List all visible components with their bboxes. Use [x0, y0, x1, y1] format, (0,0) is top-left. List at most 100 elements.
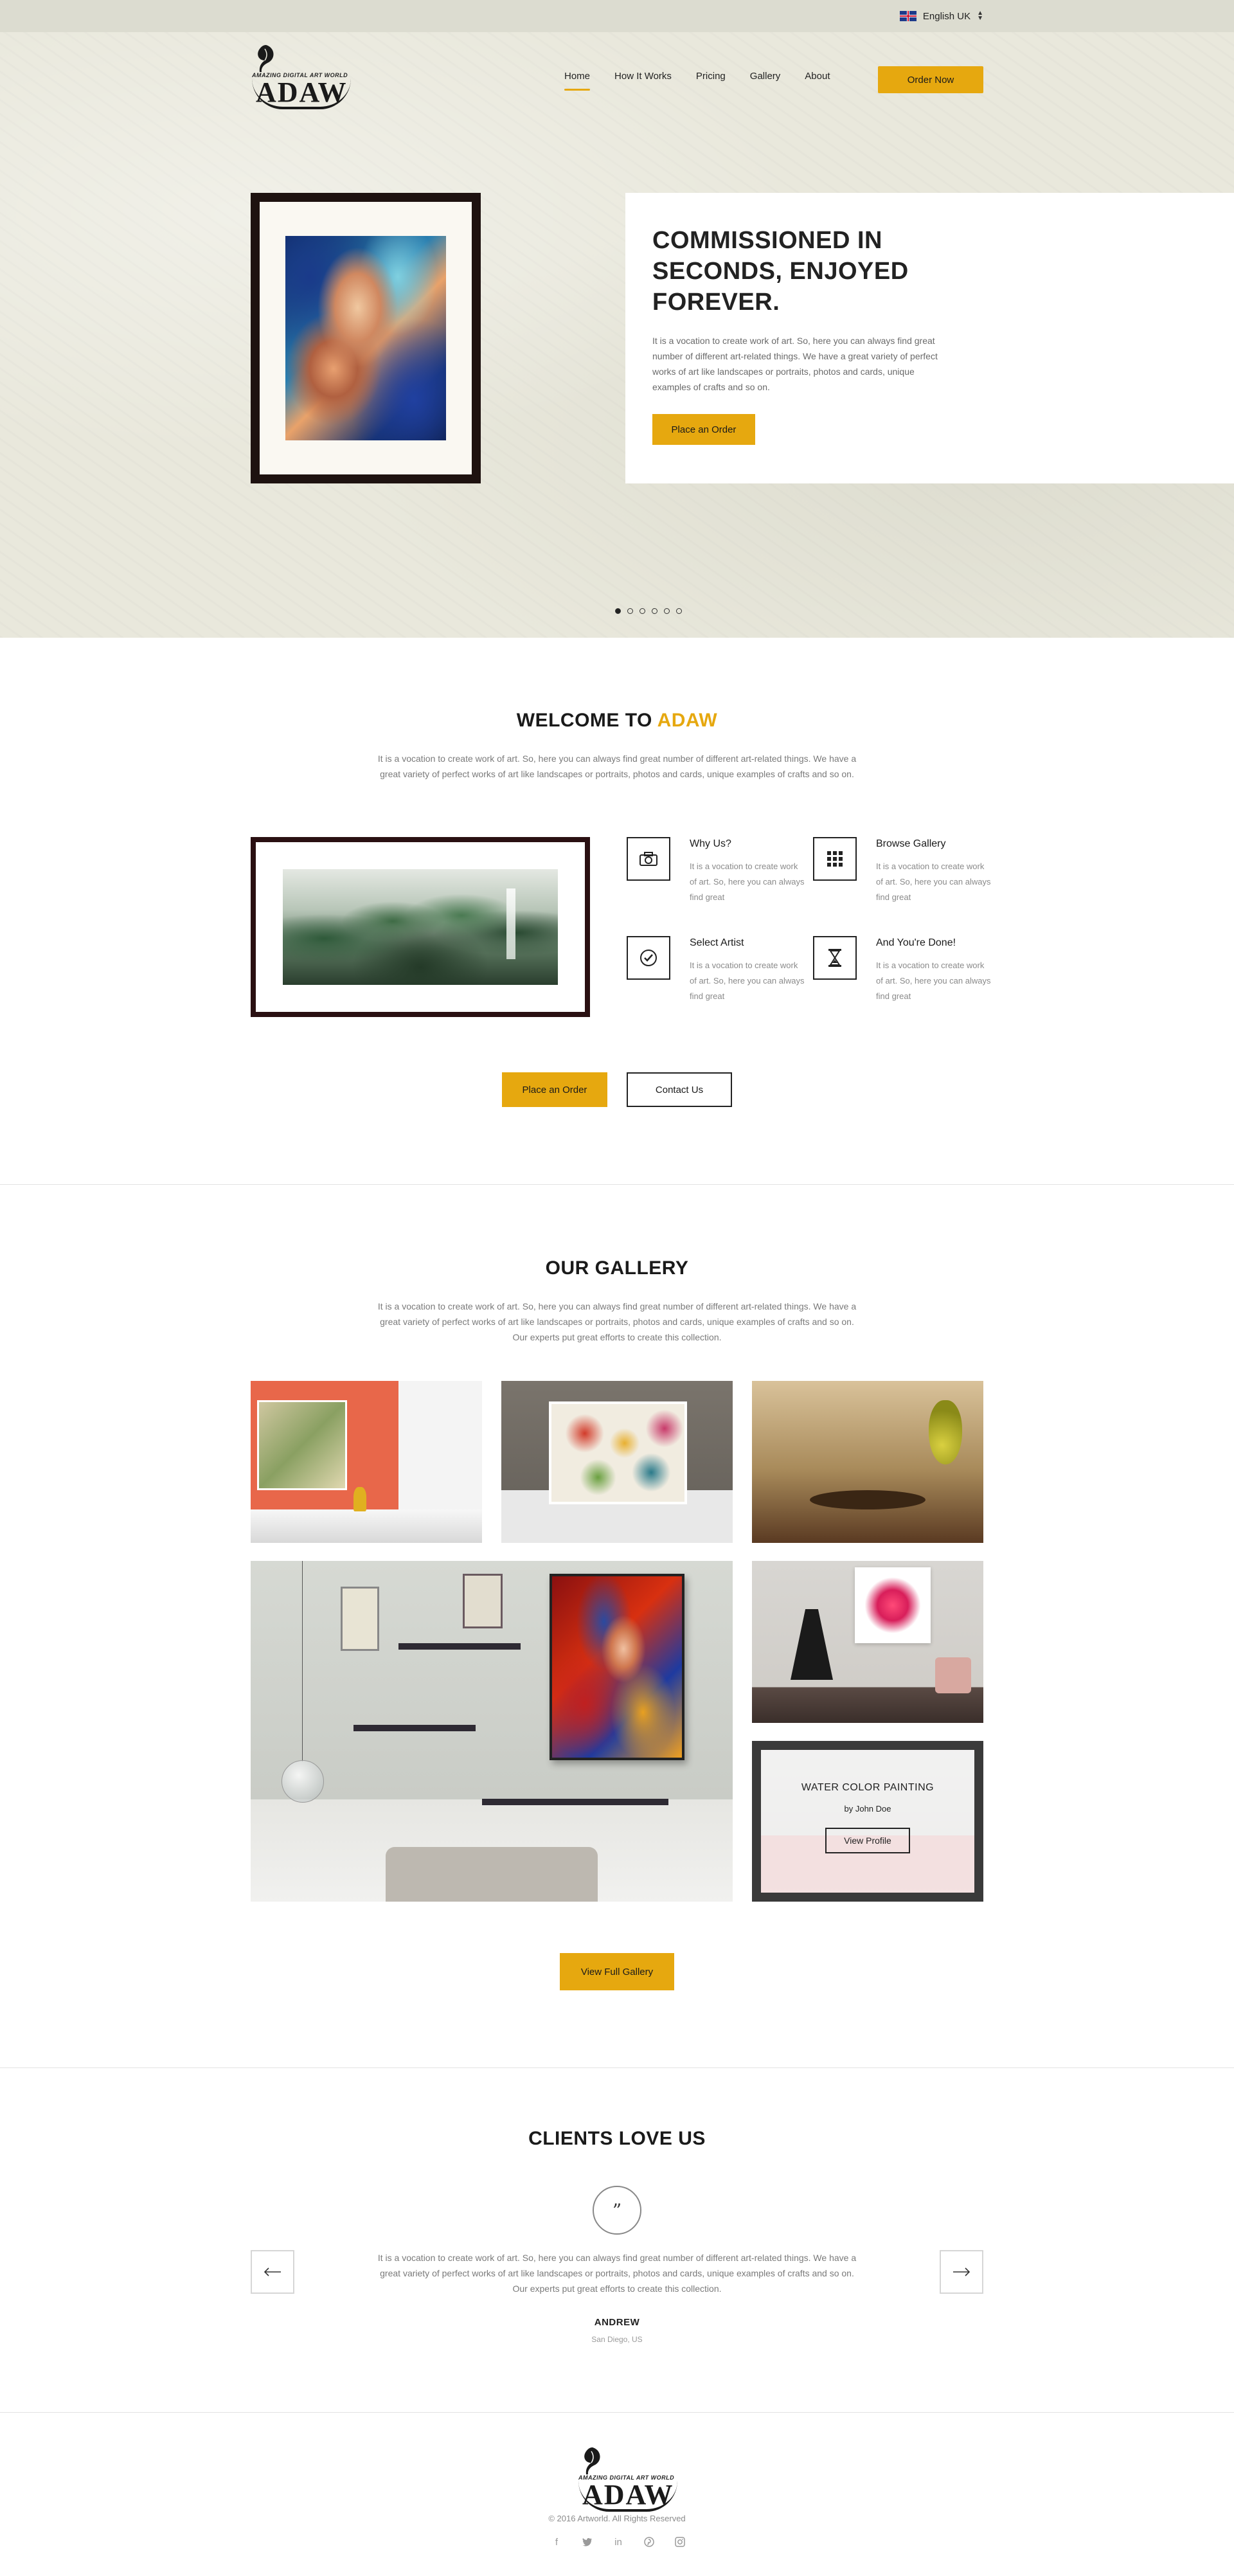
logo-wordmark: ADAW	[252, 78, 352, 109]
welcome-title: WELCOME TO ADAW	[0, 710, 1234, 732]
hero-framed-artwork	[251, 193, 481, 483]
feature-done: And You're Done! It is a vocation to cre…	[813, 936, 999, 1013]
gallery-artwork	[257, 1400, 347, 1490]
wall-shelf	[398, 1643, 521, 1650]
artwork-title: WATER COLOR PAINTING	[801, 1782, 934, 1793]
gallery-item-backsplash[interactable]	[501, 1381, 733, 1543]
slider-dot[interactable]	[615, 608, 621, 614]
place-order-button[interactable]: Place an Order	[502, 1072, 607, 1107]
mannequin	[791, 1609, 833, 1680]
quote-icon: ”	[593, 2186, 641, 2235]
welcome-framed-artwork	[251, 837, 590, 1017]
nav-gallery[interactable]: Gallery	[750, 71, 781, 91]
gallery-item-kitchen[interactable]	[251, 1381, 482, 1543]
view-full-gallery-button[interactable]: View Full Gallery	[560, 1953, 674, 1990]
wall-shelf	[482, 1799, 668, 1805]
welcome-text: It is a vocation to create work of art. …	[377, 753, 857, 779]
welcome-title-prefix: WELCOME TO	[516, 710, 652, 731]
instagram-icon[interactable]	[674, 2535, 686, 2548]
section-divider	[0, 2412, 1234, 2413]
main-nav: Home How It Works Pricing Gallery About	[564, 71, 830, 91]
contact-us-button[interactable]: Contact Us	[627, 1072, 732, 1107]
small-frame	[341, 1587, 379, 1651]
check-circle-icon	[627, 936, 670, 980]
arrow-right-icon	[953, 2267, 970, 2276]
feature-text: It is a vocation to create work of art. …	[876, 861, 991, 902]
pendant-lamp	[282, 1760, 324, 1803]
wall-shelf	[353, 1725, 476, 1731]
feature-title: And You're Done!	[876, 937, 956, 948]
view-profile-button[interactable]: View Profile	[825, 1828, 910, 1853]
place-order-button[interactable]: Place an Order	[652, 414, 755, 445]
gallery-counter	[251, 1509, 482, 1543]
arrow-left-icon	[264, 2267, 281, 2276]
gallery-table	[810, 1490, 926, 1509]
order-now-button[interactable]: Order Now	[878, 66, 983, 93]
logo-wordmark: ADAW	[578, 2481, 678, 2512]
gallery-artwork	[549, 1401, 687, 1504]
slider-dot[interactable]	[627, 608, 633, 614]
linkedin-icon[interactable]: in	[612, 2535, 625, 2548]
nav-how-it-works[interactable]: How It Works	[614, 71, 672, 91]
gallery-artwork	[550, 1574, 684, 1760]
artwork-mat	[256, 842, 585, 1012]
feature-why-us: Why Us? It is a vocation to create work …	[627, 837, 813, 914]
nav-pricing[interactable]: Pricing	[696, 71, 726, 91]
gallery-pear-painting	[929, 1400, 962, 1464]
prev-testimonial-button[interactable]	[251, 2250, 294, 2294]
language-label: English UK	[922, 10, 971, 22]
landscape-painting	[283, 869, 558, 985]
testimonial-location: San Diego, US	[591, 2335, 643, 2344]
copyright-text: © 2016 Artworld. All Rights Reserved	[548, 2514, 686, 2523]
feature-text: It is a vocation to create work of art. …	[690, 960, 805, 1001]
slider-dot[interactable]	[676, 608, 682, 614]
feature-title: Browse Gallery	[876, 838, 946, 849]
welcome-title-accent: ADAW	[657, 710, 718, 731]
hero-title: COMMISSIONED IN SECONDS, ENJOYED FOREVER…	[652, 227, 909, 316]
nav-about[interactable]: About	[805, 71, 830, 91]
gallery-hover-card: WATER COLOR PAINTING by John Doe View Pr…	[761, 1750, 974, 1893]
footer-logo[interactable]: AMAZING DIGITAL ART WORLD ADAW	[578, 2446, 678, 2512]
gallery-item-boutique[interactable]	[752, 1561, 983, 1723]
gallery-title: OUR GALLERY	[545, 1257, 689, 1279]
gallery-item-dining[interactable]	[752, 1381, 983, 1543]
slider-dot[interactable]	[639, 608, 645, 614]
twitter-icon[interactable]	[581, 2535, 594, 2548]
testimonial-text: It is a vocation to create work of art. …	[377, 2253, 857, 2294]
gallery-flower-painting	[855, 1567, 931, 1643]
hero-text: It is a vocation to create work of art. …	[652, 336, 938, 392]
slider-dots	[615, 608, 682, 614]
hero-card: COMMISSIONED IN SECONDS, ENJOYED FOREVER…	[625, 193, 1234, 483]
feature-text: It is a vocation to create work of art. …	[876, 960, 991, 1001]
pinterest-icon[interactable]	[643, 2535, 656, 2548]
next-testimonial-button[interactable]	[940, 2250, 983, 2294]
slider-dot[interactable]	[652, 608, 657, 614]
facebook-icon[interactable]: f	[550, 2535, 563, 2548]
artwork-mat	[260, 202, 472, 474]
feature-select-artist: Select Artist It is a vocation to create…	[627, 936, 813, 1013]
nav-home[interactable]: Home	[564, 71, 591, 91]
feature-browse-gallery: Browse Gallery It is a vocation to creat…	[813, 837, 999, 914]
sort-arrows-icon: ▲ ▼	[977, 10, 983, 22]
hourglass-icon	[813, 936, 857, 980]
feature-title: Select Artist	[690, 937, 744, 948]
small-frame	[463, 1574, 503, 1628]
site-logo[interactable]: AMAZING DIGITAL ART WORLD ADAW	[252, 44, 352, 109]
section-divider	[0, 1184, 1234, 1185]
gallery-item-living-room[interactable]	[251, 1561, 733, 1902]
gallery-text: It is a vocation to create work of art. …	[377, 1301, 857, 1342]
leaf-icon	[584, 2447, 600, 2474]
clients-title: CLIENTS LOVE US	[528, 2128, 706, 2149]
slider-dot[interactable]	[664, 608, 670, 614]
language-selector[interactable]: English UK ▲ ▼	[899, 9, 983, 23]
waterfall-detail	[506, 888, 515, 959]
chair	[935, 1657, 971, 1693]
section-divider	[0, 2067, 1234, 2068]
artwork-artist: by John Doe	[844, 1804, 891, 1814]
leaf-icon	[258, 45, 274, 72]
grid-icon	[813, 837, 857, 881]
feature-text: It is a vocation to create work of art. …	[690, 861, 805, 902]
sofa	[386, 1847, 598, 1902]
gallery-item-watercolor[interactable]: WATER COLOR PAINTING by John Doe View Pr…	[752, 1741, 983, 1902]
uk-flag-icon	[899, 11, 917, 21]
